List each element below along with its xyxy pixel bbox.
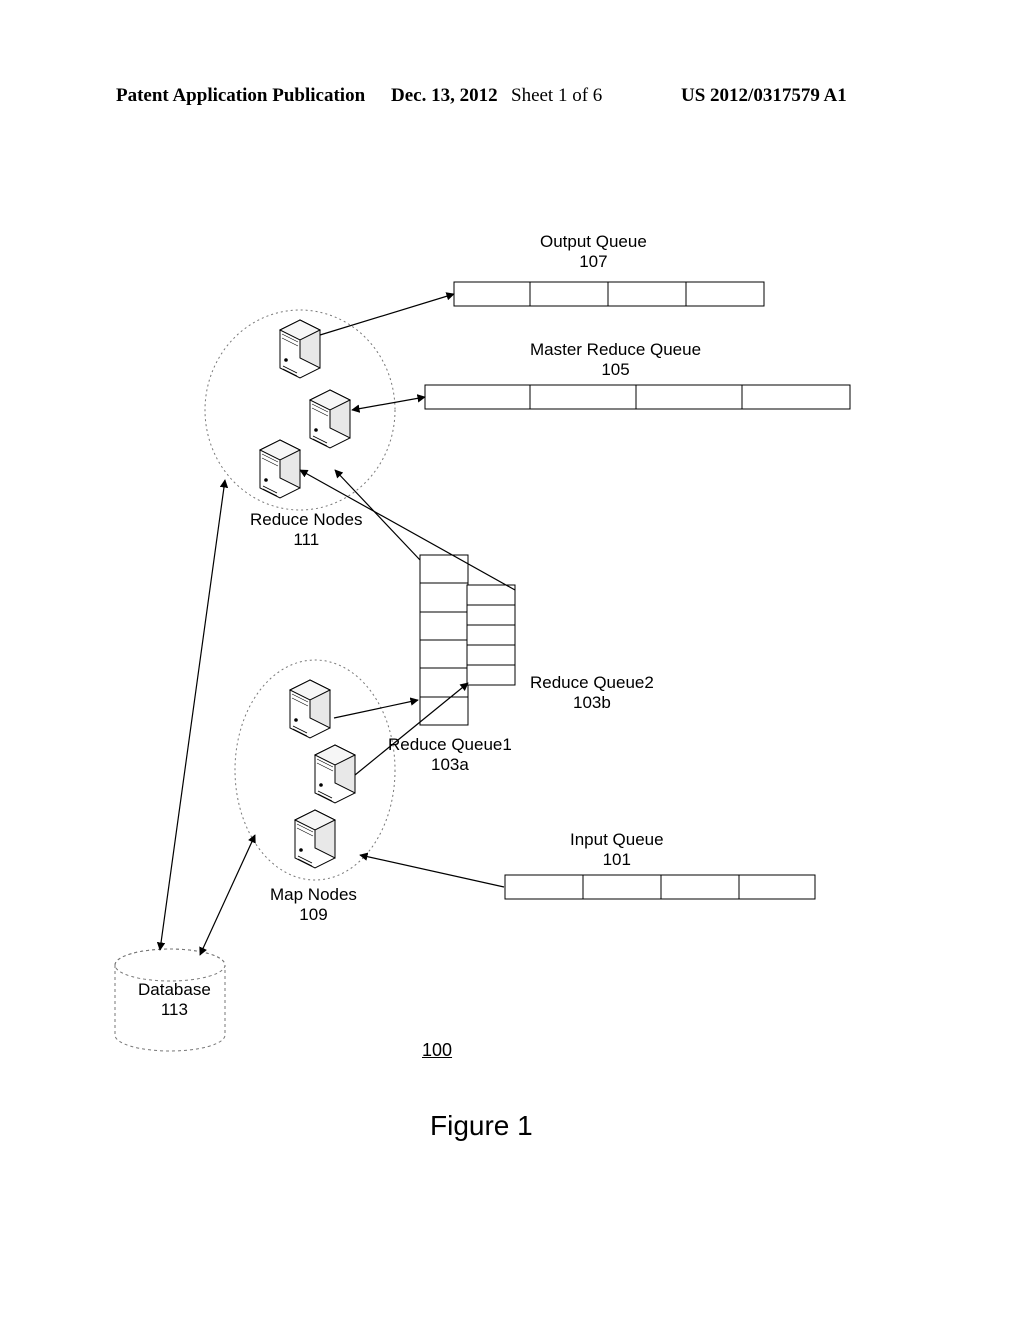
arrow-map-rq1 xyxy=(334,700,418,718)
figure-caption: Figure 1 xyxy=(430,1110,533,1142)
master-reduce-queue-label: Master Reduce Queue 105 xyxy=(530,340,701,379)
arrow-reduce-output xyxy=(320,294,454,335)
reduce-nodes-group xyxy=(205,310,395,510)
input-queue-icon xyxy=(505,875,815,899)
reduce-queue2-label: Reduce Queue2 103b xyxy=(530,673,654,712)
reduce-queue1-icon xyxy=(420,555,468,725)
arrow-reduce-master xyxy=(352,397,425,410)
arrow-map-db xyxy=(200,835,255,955)
output-queue-label: Output Queue 107 xyxy=(540,232,647,271)
reduce-nodes-label: Reduce Nodes 111 xyxy=(250,510,362,549)
database-label: Database 113 xyxy=(138,980,211,1019)
output-queue-icon xyxy=(454,282,764,306)
page: Patent Application Publication Dec. 13, … xyxy=(0,0,1024,1320)
map-nodes-label: Map Nodes 109 xyxy=(270,885,357,924)
map-nodes-group xyxy=(235,660,395,880)
reduce-queue1-label: Reduce Queue1 103a xyxy=(388,735,512,774)
master-reduce-queue-icon xyxy=(425,385,850,409)
input-queue-label: Input Queue 101 xyxy=(570,830,664,869)
arrow-input-map xyxy=(360,855,504,887)
arrow-reduce-db xyxy=(160,480,225,950)
figure-reference-number: 100 xyxy=(422,1040,452,1061)
reduce-queue2-icon xyxy=(467,585,515,685)
